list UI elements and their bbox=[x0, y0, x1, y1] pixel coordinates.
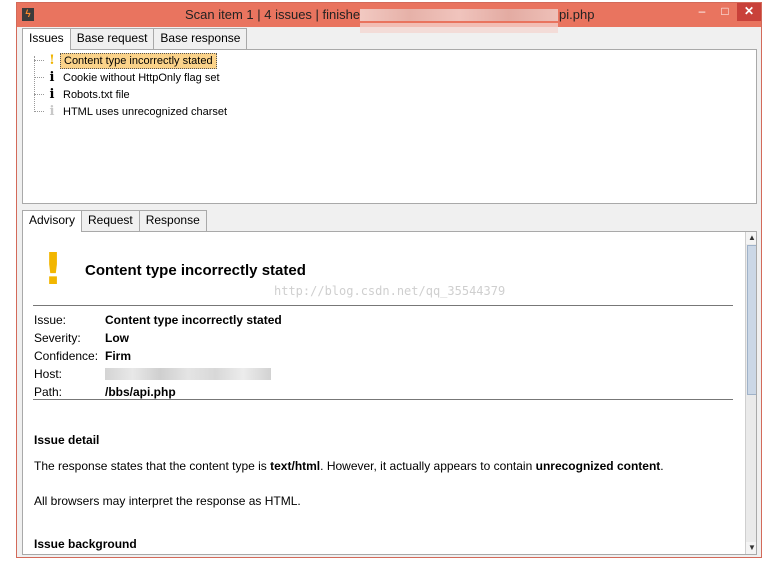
tab-request[interactable]: Request bbox=[81, 210, 140, 231]
field-issue: Issue: Content type incorrectly stated bbox=[34, 313, 282, 327]
tree-item-label[interactable]: HTML uses unrecognized charset bbox=[60, 105, 230, 119]
window-title-suffix: pi.php bbox=[559, 7, 595, 22]
field-severity: Severity: Low bbox=[34, 331, 129, 345]
maximize-button[interactable]: □ bbox=[714, 3, 736, 21]
redacted-host bbox=[360, 9, 558, 21]
issue-background-title: Issue background bbox=[34, 537, 137, 551]
vertical-scrollbar[interactable]: ▲ ▼ bbox=[745, 232, 756, 554]
title-bar[interactable]: ϟ Scan item 1 | 4 issues | finished pi.p… bbox=[17, 3, 761, 33]
tree-item-charset[interactable]: i HTML uses unrecognized charset bbox=[29, 103, 230, 120]
window-title: Scan item 1 | 4 issues | finished bbox=[185, 7, 368, 22]
tree-item-robots[interactable]: i Robots.txt file bbox=[29, 86, 230, 103]
tree-item-content-type[interactable]: ! Content type incorrectly stated bbox=[29, 52, 230, 69]
tab-issues[interactable]: Issues bbox=[22, 28, 71, 50]
tab-response[interactable]: Response bbox=[138, 210, 207, 231]
scan-item-window: ϟ Scan item 1 | 4 issues | finished pi.p… bbox=[16, 2, 762, 558]
field-host: Host: bbox=[34, 365, 282, 383]
scroll-down-icon[interactable]: ▼ bbox=[746, 542, 756, 554]
divider bbox=[33, 305, 733, 306]
close-button[interactable]: ✕ bbox=[737, 3, 761, 21]
watermark: http://blog.csdn.net/qq_35544379 bbox=[274, 284, 506, 298]
tree-item-cookie-httponly[interactable]: i Cookie without HttpOnly flag set bbox=[29, 69, 230, 86]
warning-icon: ! bbox=[43, 244, 64, 295]
tree-item-label[interactable]: Content type incorrectly stated bbox=[60, 52, 217, 69]
tab-base-response[interactable]: Base response bbox=[153, 28, 248, 49]
burp-app-icon: ϟ bbox=[22, 8, 34, 21]
tab-base-request[interactable]: Base request bbox=[69, 28, 155, 49]
issues-tree-panel: ! Content type incorrectly stated i Cook… bbox=[22, 49, 757, 204]
detail-tab-bar: Advisory Request Response bbox=[22, 210, 207, 232]
top-tab-bar: Issues Base request Base response bbox=[22, 28, 248, 50]
info-icon: i bbox=[49, 70, 55, 85]
divider bbox=[33, 399, 733, 400]
advisory-panel: ! Content type incorrectly stated http:/… bbox=[22, 231, 757, 555]
issue-detail-title: Issue detail bbox=[34, 433, 100, 447]
scroll-up-icon[interactable]: ▲ bbox=[746, 232, 756, 244]
advisory-heading: Content type incorrectly stated bbox=[85, 262, 306, 279]
tab-advisory[interactable]: Advisory bbox=[22, 210, 83, 232]
issue-detail-text-2: All browsers may interpret the response … bbox=[34, 494, 301, 508]
redaction-overlay bbox=[360, 23, 558, 33]
warning-icon: ! bbox=[49, 53, 55, 68]
scroll-thumb[interactable] bbox=[747, 245, 756, 395]
issue-fields: Issue: Content type incorrectly stated S… bbox=[34, 311, 282, 401]
issues-tree: ! Content type incorrectly stated i Cook… bbox=[29, 52, 230, 120]
tree-item-label[interactable]: Cookie without HttpOnly flag set bbox=[60, 71, 223, 85]
minimize-button[interactable]: – bbox=[691, 3, 713, 21]
info-light-icon: i bbox=[49, 104, 55, 119]
field-confidence: Confidence: Firm bbox=[34, 349, 132, 363]
tree-item-label[interactable]: Robots.txt file bbox=[60, 88, 133, 102]
redacted-host bbox=[105, 368, 271, 380]
info-icon: i bbox=[49, 87, 55, 102]
issue-detail-text: The response states that the content typ… bbox=[34, 459, 664, 473]
